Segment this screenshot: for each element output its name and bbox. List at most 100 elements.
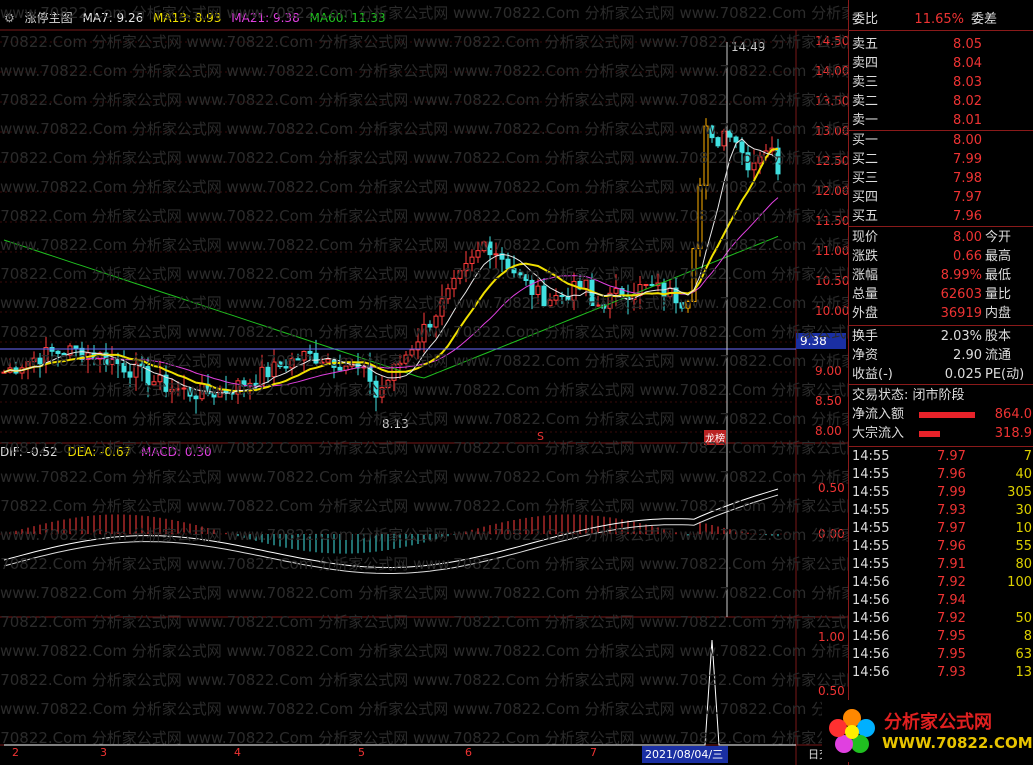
- candle-body: [157, 374, 163, 383]
- candle-body: [757, 156, 763, 164]
- sub-tick: 1.00: [818, 630, 845, 644]
- candle-body: [271, 361, 277, 378]
- ask-row[interactable]: 卖三 8.03: [849, 73, 1033, 92]
- candle-body: [685, 301, 691, 309]
- tick-time: 14:55: [852, 449, 890, 464]
- tick-row: 14:55 7.96 55: [849, 538, 1033, 556]
- chart-settings-icon[interactable]: ⚙: [4, 11, 15, 25]
- tick-price: 7.94: [937, 593, 966, 608]
- selected-date: 2021/08/04/三: [642, 746, 728, 763]
- ask-price: 8.03: [953, 75, 982, 90]
- stat-label: 净资: [852, 348, 879, 363]
- bid-price: 7.97: [953, 190, 982, 205]
- ask-price: 8.04: [953, 56, 982, 71]
- price-tick: 13.00: [815, 124, 850, 138]
- stat-label: 涨幅: [852, 268, 879, 283]
- ask-label: 卖五: [852, 37, 879, 52]
- bid-price: 7.99: [953, 152, 982, 167]
- flow-row: 净流入额 864.0: [849, 405, 1033, 424]
- candle-body: [325, 358, 331, 363]
- stat-label2: 最高: [985, 249, 1012, 264]
- candle-body: [475, 250, 481, 258]
- bid-row[interactable]: 买一 8.00: [849, 131, 1033, 150]
- candle-body: [541, 285, 547, 307]
- candle-body: [115, 359, 121, 365]
- stat-label: 现价: [852, 230, 879, 245]
- candle-body: [553, 294, 559, 301]
- ask-price: 8.05: [953, 37, 982, 52]
- signal-mark: S: [537, 430, 544, 443]
- bid-row[interactable]: 买三 7.98: [849, 169, 1033, 188]
- bid-label: 买二: [852, 152, 879, 167]
- candle-body: [421, 323, 427, 343]
- candle-body: [295, 358, 301, 361]
- indicator-name[interactable]: 涨停主图: [25, 11, 73, 25]
- candle-body: [523, 274, 529, 281]
- candle-body: [445, 288, 451, 300]
- candle-body: [709, 125, 715, 139]
- ask-label: 卖一: [852, 113, 879, 128]
- stat-value: 8.00: [953, 230, 982, 245]
- bid-row[interactable]: 买二 7.99: [849, 150, 1033, 169]
- ma21-label: MA21: 9.38: [231, 11, 300, 25]
- dea-label: DEA: -0.67: [67, 445, 132, 459]
- tick-price: 7.91: [937, 557, 966, 572]
- candle-body: [397, 362, 403, 366]
- bid-row[interactable]: 买四 7.97: [849, 188, 1033, 207]
- tick-row: 14:56 7.92 50: [849, 610, 1033, 628]
- candle-body: [307, 350, 313, 354]
- stat-row: 净资 2.90 流通: [849, 346, 1033, 365]
- tick-time: 14:55: [852, 539, 890, 554]
- stat-label: 换手: [852, 329, 879, 344]
- chart-area[interactable]: ⚙ 涨停主图 MA7: 9.26 MA13: 8.93 MA21: 9.38 M…: [0, 0, 850, 765]
- price-tick: 8.00: [815, 424, 842, 438]
- candle-body: [703, 125, 709, 186]
- candle-body: [25, 361, 31, 369]
- tick-volume: 8: [1023, 629, 1032, 644]
- tick-price: 7.96: [937, 539, 966, 554]
- ask-row[interactable]: 卖五 8.05: [849, 35, 1033, 54]
- candle-body: [37, 357, 43, 365]
- tick-price: 7.99: [937, 485, 966, 500]
- macd-legend: DIF: -0.52 DEA: -0.67 MACD: 0.30: [0, 445, 218, 459]
- tick-volume: 30: [1015, 503, 1032, 518]
- tick-volume: 305: [1007, 485, 1032, 500]
- tick-price: 7.93: [937, 503, 966, 518]
- tick-time: 14:55: [852, 485, 890, 500]
- price-tick: 10.00: [815, 304, 850, 318]
- candle-body: [319, 361, 325, 364]
- price-tick: 14.00: [815, 64, 850, 78]
- price-tick: 12.00: [815, 184, 850, 198]
- tick-time: 14:55: [852, 467, 890, 482]
- tick-row: 14:55 7.91 80: [849, 556, 1033, 574]
- bid-row[interactable]: 买五 7.96: [849, 207, 1033, 226]
- kline-chart[interactable]: [0, 0, 848, 765]
- ask-row[interactable]: 卖四 8.04: [849, 54, 1033, 73]
- date-tick: 6: [465, 746, 472, 759]
- dragon-tiger-badge[interactable]: 龙榜: [704, 430, 726, 445]
- price-tick: 10.50: [815, 274, 850, 288]
- trade-status-text: 交易状态: 闭市阶段: [852, 388, 965, 403]
- logo-url: WWW.70822.COM: [882, 734, 1033, 752]
- candle-body: [175, 388, 181, 391]
- candle-body: [211, 393, 217, 398]
- candle-body: [151, 381, 157, 386]
- ask-row[interactable]: 卖一 8.01: [849, 111, 1033, 130]
- trade-status: 交易状态: 闭市阶段: [849, 386, 1033, 405]
- candle-body: [427, 323, 433, 328]
- logo-title: 分析家公式网: [884, 712, 992, 733]
- ask-row[interactable]: 卖二 8.02: [849, 92, 1033, 111]
- ma60-label: MA60: 11.33: [309, 11, 386, 25]
- tick-row: 14:56 7.95 63: [849, 646, 1033, 664]
- ask-label: 卖四: [852, 56, 879, 71]
- candle-body: [313, 352, 319, 364]
- tick-time: 14:56: [852, 647, 890, 662]
- candle-body: [469, 256, 475, 265]
- candle-body: [595, 304, 601, 307]
- candle-body: [127, 371, 133, 378]
- tick-price: 7.97: [937, 449, 966, 464]
- candle-body: [697, 184, 703, 250]
- candle-body: [529, 279, 535, 295]
- candle-body: [133, 363, 139, 378]
- stat-value: 2.03%: [940, 329, 982, 344]
